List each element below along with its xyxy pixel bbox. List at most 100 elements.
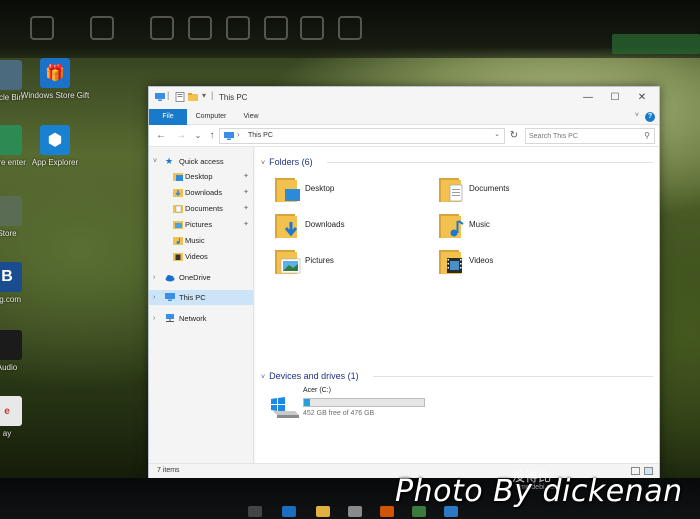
maximize-button[interactable]: ☐: [604, 91, 626, 105]
chevron-right-icon[interactable]: ›: [153, 311, 155, 326]
ebay-icon: e: [0, 396, 22, 426]
chevron-right-icon[interactable]: ›: [153, 270, 155, 285]
pin-icon[interactable]: ✦: [243, 185, 249, 200]
expand-ribbon-icon[interactable]: ˅: [635, 112, 639, 119]
folder-item-pictures[interactable]: Pictures: [275, 247, 425, 279]
desktop-top-toolbar: [0, 0, 700, 58]
folder-item-downloads[interactable]: Downloads: [275, 211, 425, 243]
search-input[interactable]: [529, 130, 637, 142]
folder-label: Downloads: [305, 220, 345, 229]
toolbar-icon: [150, 16, 174, 40]
nav-item-network[interactable]: › Network: [149, 311, 253, 326]
recycle-bin-icon: [0, 60, 22, 90]
desktop-icon-dolby[interactable]: Audio: [0, 330, 42, 373]
desktop-icon-label: Audio: [0, 363, 18, 372]
folder-label: Pictures: [305, 256, 334, 265]
nav-item-quick-access[interactable]: ˅ ★ Quick access: [149, 154, 253, 169]
nav-item-this-pc[interactable]: › This PC: [149, 290, 253, 305]
nav-item-downloads[interactable]: Downloads ✦: [149, 185, 253, 200]
tab-computer[interactable]: Computer: [191, 109, 231, 125]
desktop-icon-booking[interactable]: B ing.com: [0, 262, 42, 305]
help-button[interactable]: ?: [645, 112, 655, 122]
firefox-icon[interactable]: [380, 506, 394, 517]
folder-item-videos[interactable]: Videos: [439, 247, 589, 279]
properties-icon[interactable]: [175, 92, 185, 102]
new-folder-icon[interactable]: [188, 92, 198, 102]
pin-icon[interactable]: ✦: [243, 217, 249, 232]
desktop-icon-ebay[interactable]: e ay: [0, 396, 42, 439]
nav-item-label: Videos: [185, 252, 208, 261]
chevron-right-icon[interactable]: ›: [153, 290, 155, 305]
desktop-icon-store[interactable]: Store: [0, 196, 42, 239]
address-dropdown-icon[interactable]: ⌄: [494, 130, 500, 138]
pc-icon: [155, 93, 165, 101]
windows-drive-icon: [271, 397, 299, 418]
desktop-icon-label: ay: [2, 429, 12, 438]
address-path-box[interactable]: › This PC ⌄: [219, 128, 505, 144]
nav-item-onedrive[interactable]: › OneDrive: [149, 270, 253, 285]
pc-icon: [165, 293, 175, 301]
task-view-icon[interactable]: [248, 506, 262, 517]
nav-item-desktop[interactable]: Desktop ✦: [149, 169, 253, 184]
group-header-folders[interactable]: ˅ Folders (6): [261, 155, 313, 169]
drive-item-c[interactable]: Acer (C:) 452 GB free of 476 GB: [269, 387, 439, 423]
minimize-button[interactable]: —: [577, 91, 599, 105]
refresh-button[interactable]: ↻: [508, 129, 520, 143]
nav-item-label: Pictures: [185, 220, 213, 229]
recent-locations-button[interactable]: ⌄: [192, 129, 204, 143]
pin-icon[interactable]: ✦: [243, 201, 249, 216]
folder-item-documents[interactable]: Documents: [439, 175, 589, 207]
store-icon: [0, 196, 22, 226]
pin-icon[interactable]: ✦: [243, 169, 249, 184]
group-header-devices[interactable]: ˅ Devices and drives (1): [261, 369, 359, 383]
toolbar-green-button: [612, 34, 700, 54]
group-header-label: Devices and drives (1): [269, 371, 359, 381]
up-button[interactable]: ↑: [206, 129, 218, 143]
search-box[interactable]: ⚲: [525, 128, 655, 144]
forward-button[interactable]: →: [175, 129, 187, 143]
microphone-icon: [338, 16, 362, 40]
pictures-folder-icon: [275, 250, 301, 274]
window-title: This PC: [219, 93, 248, 102]
documents-folder-icon: [173, 205, 183, 213]
desktop-icon-app-explorer[interactable]: ⬢ App Explorer: [20, 125, 90, 168]
gift-icon: 🎁: [40, 58, 70, 88]
tab-file[interactable]: File: [149, 109, 187, 125]
toolbar-icon: [90, 16, 114, 40]
folder-label: Videos: [469, 256, 494, 265]
title-bar[interactable]: | ▾ | This PC — ☐ ✕: [149, 87, 659, 109]
toolbar-icon: [226, 16, 250, 40]
file-explorer-window: | ▾ | This PC — ☐ ✕ File Computer View ˅…: [148, 86, 660, 478]
nav-item-label: Documents: [185, 204, 223, 213]
downloads-folder-icon: [275, 214, 298, 238]
desktop-icon-label: Windows Store Gift: [20, 91, 90, 100]
nav-item-music[interactable]: Music: [149, 233, 253, 248]
desktop-icon-label: ing.com: [0, 295, 21, 304]
tab-view[interactable]: View: [237, 109, 265, 125]
pc-icon: [224, 132, 234, 140]
desktop-icon-label: Store: [0, 229, 17, 238]
drive-free-space: 452 GB free of 476 GB: [303, 410, 375, 417]
nav-item-pictures[interactable]: Pictures ✦: [149, 217, 253, 232]
cloud-icon: [165, 275, 175, 282]
close-button[interactable]: ✕: [631, 91, 653, 105]
drive-name: Acer (C:): [303, 387, 331, 394]
chevron-down-icon: ˅: [261, 374, 266, 381]
folder-item-desktop[interactable]: Desktop: [275, 175, 425, 207]
edge-icon[interactable]: [282, 506, 296, 517]
chevron-down-icon[interactable]: ˅: [153, 154, 157, 169]
nav-item-documents[interactable]: Documents ✦: [149, 201, 253, 216]
desktop-icon-store-gift[interactable]: 🎁 Windows Store Gift: [20, 58, 90, 101]
network-icon: [166, 314, 174, 322]
store-taskbar-icon[interactable]: [348, 506, 362, 517]
quick-access-dropdown-icon[interactable]: ▾: [202, 91, 206, 100]
search-icon[interactable]: ⚲: [644, 131, 650, 140]
nav-item-videos[interactable]: Videos: [149, 249, 253, 264]
chevron-down-icon: ˅: [261, 160, 266, 167]
folder-item-music[interactable]: Music: [439, 211, 589, 243]
star-icon: ★: [165, 156, 174, 166]
back-button[interactable]: ←: [155, 129, 167, 143]
folder-label: Documents: [469, 184, 510, 193]
separator-icon: |: [167, 90, 170, 100]
file-explorer-taskbar-icon[interactable]: [316, 506, 330, 517]
